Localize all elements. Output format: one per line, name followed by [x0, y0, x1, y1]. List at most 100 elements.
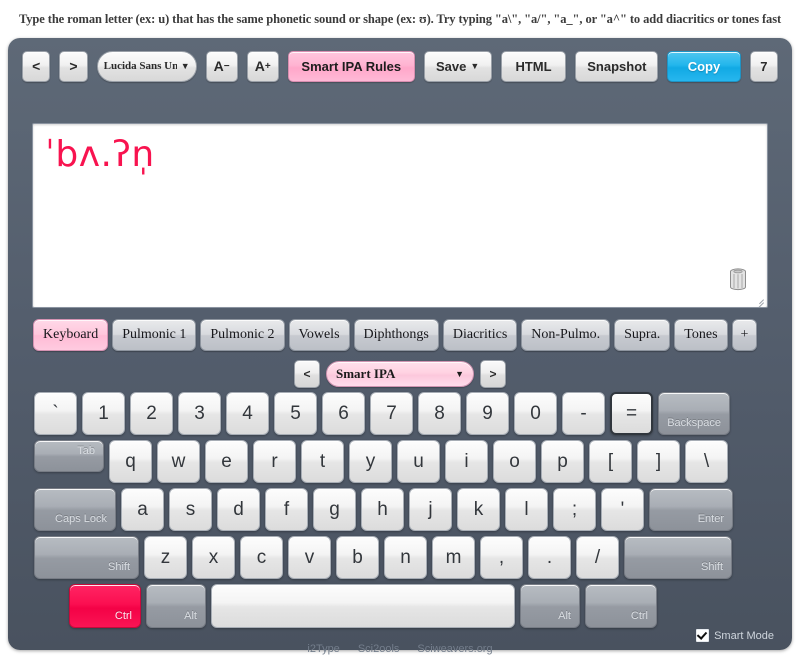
tab-non-pulmo[interactable]: Non-Pulmo. [521, 319, 611, 351]
tab-pulmonic-1[interactable]: Pulmonic 1 [112, 319, 197, 351]
key-u[interactable]: u [397, 440, 440, 483]
save-button[interactable]: Save ▼ [423, 50, 492, 82]
key-j[interactable]: j [409, 488, 452, 531]
font-family-select[interactable]: Lucida Sans Unic ▼ [96, 50, 197, 82]
key-1[interactable]: 1 [82, 392, 125, 435]
key-w[interactable]: w [157, 440, 200, 483]
footer-links: i2Type Sci2ools Sciweavers.org [8, 638, 792, 660]
key-backspace[interactable]: Backspace [658, 392, 730, 435]
tab-[interactable]: + [731, 319, 758, 351]
key-d[interactable]: d [217, 488, 260, 531]
key-v[interactable]: v [288, 536, 331, 579]
font-decrease-button[interactable]: A − [205, 50, 238, 82]
ipa-keyboard-app: < > Lucida Sans Unic ▼ A− A+ Smart IPA R… [8, 38, 792, 655]
tab-pulmonic-2[interactable]: Pulmonic 2 [200, 319, 285, 351]
key-n[interactable]: n [384, 536, 427, 579]
key-sym[interactable]: / [576, 536, 619, 579]
key-sym[interactable]: ` [34, 392, 77, 435]
key-ctrl[interactable]: Ctrl [69, 584, 141, 628]
key-r[interactable]: r [253, 440, 296, 483]
layout-next-button[interactable]: > [480, 360, 506, 388]
tab-tones[interactable]: Tones [674, 319, 728, 351]
text-editor[interactable]: ˈbʌ.ʔn̩ [32, 123, 768, 308]
snapshot-button[interactable]: Snapshot [575, 50, 659, 82]
key-t[interactable]: t [301, 440, 344, 483]
smart-ipa-rules-button[interactable]: Smart IPA Rules [287, 50, 415, 82]
key-0[interactable]: 0 [514, 392, 557, 435]
key-alt[interactable]: Alt [520, 584, 580, 628]
tab-diphthongs[interactable]: Diphthongs [353, 319, 439, 351]
key-6[interactable]: 6 [322, 392, 365, 435]
key-c[interactable]: c [240, 536, 283, 579]
key-sym[interactable]: = [610, 392, 653, 435]
key-z[interactable]: z [144, 536, 187, 579]
layout-select-value: Smart IPA [336, 366, 396, 381]
key-shift[interactable]: Shift [624, 536, 732, 579]
key-s[interactable]: s [169, 488, 212, 531]
checkbox-icon[interactable] [696, 629, 710, 642]
history-prev-button[interactable]: < [22, 50, 51, 82]
smart-mode-toggle[interactable]: Smart Mode [696, 629, 774, 642]
key-sym[interactable]: - [562, 392, 605, 435]
key-sym[interactable]: ' [601, 488, 644, 531]
key-sym[interactable]: . [528, 536, 571, 579]
font-decrease-letter: A [213, 58, 224, 74]
key-g[interactable]: g [313, 488, 356, 531]
plus-icon: + [264, 60, 271, 72]
key-sym[interactable]: , [480, 536, 523, 579]
key-f[interactable]: f [265, 488, 308, 531]
footer-link[interactable]: Sciweavers.org [417, 643, 492, 655]
key-8[interactable]: 8 [418, 392, 461, 435]
tab-keyboard[interactable]: Keyboard [33, 319, 109, 351]
key-q[interactable]: q [109, 440, 152, 483]
key-o[interactable]: o [493, 440, 536, 483]
key-i[interactable]: i [445, 440, 488, 483]
minus-icon: − [223, 60, 230, 72]
chevron-down-icon: ▼ [180, 61, 190, 71]
font-increase-button[interactable]: A + [246, 50, 279, 82]
key-5[interactable]: 5 [274, 392, 317, 435]
key-sym[interactable]: \ [685, 440, 728, 483]
key-ctrl[interactable]: Ctrl [585, 584, 657, 628]
key-2[interactable]: 2 [130, 392, 173, 435]
layout-prev-button[interactable]: < [294, 360, 320, 388]
layout-select[interactable]: Smart IPA ▼ [326, 361, 474, 387]
key-7[interactable]: 7 [370, 392, 413, 435]
key-x[interactable]: x [192, 536, 235, 579]
key-k[interactable]: k [457, 488, 500, 531]
tab-diacritics[interactable]: Diacritics [442, 319, 518, 351]
key-sym[interactable]: ; [553, 488, 596, 531]
key-space[interactable] [211, 584, 515, 628]
tab-vowels[interactable]: Vowels [288, 319, 350, 351]
resize-handle[interactable] [752, 292, 765, 307]
font-family-value: Lucida Sans Unic [103, 60, 177, 72]
history-next-button[interactable]: > [59, 50, 88, 82]
key-shift[interactable]: Shift [34, 536, 139, 579]
keyboard-row: Ctrl Alt Alt Ctrl [34, 584, 774, 628]
key-3[interactable]: 3 [178, 392, 221, 435]
key-l[interactable]: l [505, 488, 548, 531]
key-a[interactable]: a [121, 488, 164, 531]
key-enter[interactable]: Enter [649, 488, 733, 531]
key-h[interactable]: h [361, 488, 404, 531]
chevron-down-icon: ▼ [455, 369, 464, 379]
key-capslock[interactable]: Caps Lock [34, 488, 116, 531]
key-alt[interactable]: Alt [146, 584, 206, 628]
keyboard-row: Tab q w e r t y u i o p[] \ [34, 440, 774, 483]
key-4[interactable]: 4 [226, 392, 269, 435]
key-b[interactable]: b [336, 536, 379, 579]
key-p[interactable]: p [541, 440, 584, 483]
key-sym[interactable]: ] [637, 440, 680, 483]
footer-link[interactable]: i2Type [307, 643, 339, 655]
key-sym[interactable]: [ [589, 440, 632, 483]
key-y[interactable]: y [349, 440, 392, 483]
key-m[interactable]: m [432, 536, 475, 579]
tab-supra[interactable]: Supra. [614, 319, 671, 351]
key-e[interactable]: e [205, 440, 248, 483]
footer-link[interactable]: Sci2ools [358, 643, 400, 655]
trash-icon[interactable] [727, 267, 749, 293]
html-button[interactable]: HTML [500, 50, 567, 82]
key-tab[interactable]: Tab [34, 440, 104, 472]
copy-button[interactable]: Copy [667, 50, 741, 82]
key-9[interactable]: 9 [466, 392, 509, 435]
